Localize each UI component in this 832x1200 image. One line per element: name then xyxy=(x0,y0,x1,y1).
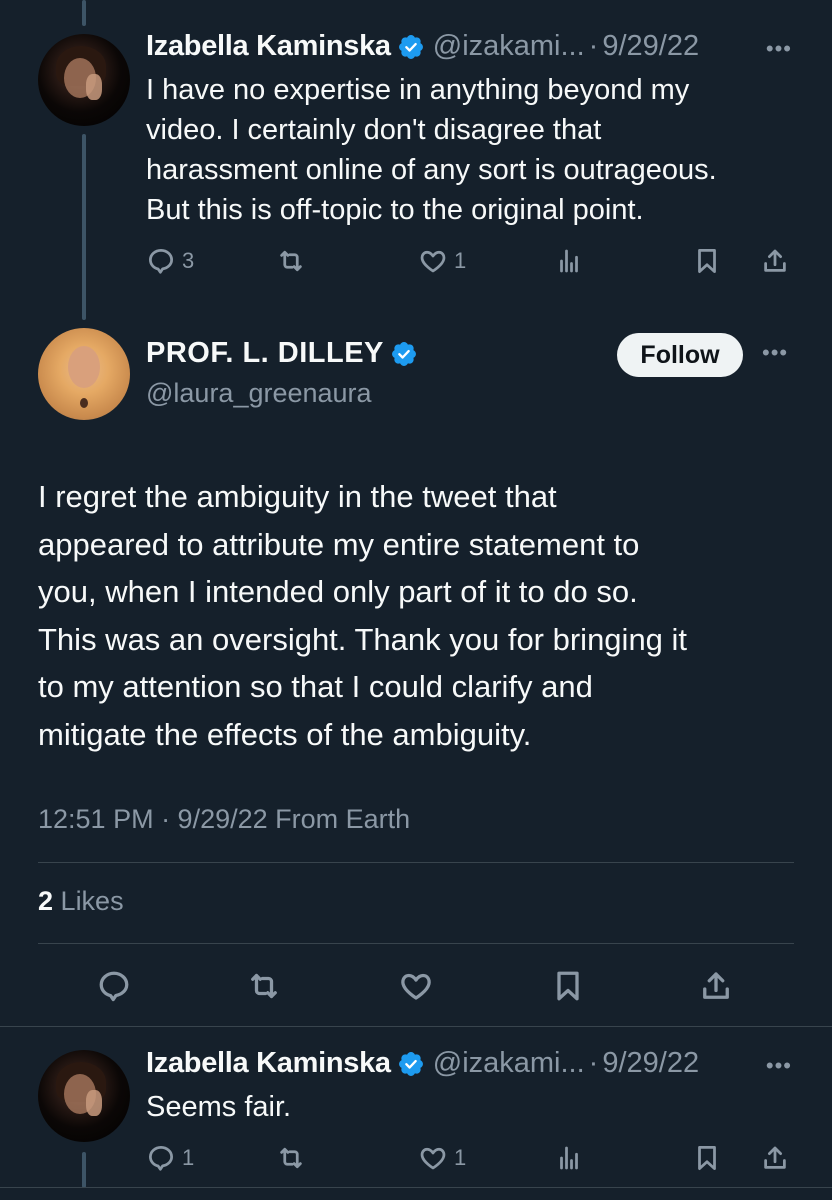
tweet-actions: 1 1 xyxy=(146,1143,796,1177)
main-tweet-actions xyxy=(38,968,794,1008)
like-button[interactable]: 1 xyxy=(418,246,466,276)
tweet-header: Izabella Kaminska @izakami... · 9/29/22 xyxy=(146,30,699,63)
reply-button[interactable] xyxy=(96,968,132,1004)
tweet-date[interactable]: 9/29/22 xyxy=(602,1047,699,1080)
likes-label: Likes xyxy=(60,886,124,916)
avatar-izabella-kaminska[interactable] xyxy=(38,1050,130,1142)
views-button[interactable] xyxy=(554,1143,584,1173)
avatar-prof-l-dilley[interactable] xyxy=(38,328,130,420)
like-count: 1 xyxy=(454,248,467,273)
share-icon xyxy=(764,249,786,272)
divider xyxy=(38,943,794,944)
heart-icon xyxy=(401,973,431,1000)
thread-line-reply2 xyxy=(82,1152,86,1188)
verified-badge-icon xyxy=(398,34,423,59)
tweet-date[interactable]: 9/29/22 xyxy=(602,30,699,63)
heart-icon xyxy=(420,250,446,273)
share-icon xyxy=(703,972,729,999)
follow-button[interactable]: Follow xyxy=(617,333,743,377)
verified-badge-icon xyxy=(398,1051,423,1076)
tweet-timestamp[interactable]: 12:51 PM · 9/29/22 From Earth xyxy=(38,804,410,835)
tweet-header: Izabella Kaminska @izakami... · 9/29/22 xyxy=(146,1047,699,1080)
author-handle[interactable]: @izakami... xyxy=(433,1047,585,1080)
avatar-izabella-kaminska[interactable] xyxy=(38,34,130,126)
section-divider xyxy=(0,1026,832,1027)
views-chart-icon xyxy=(560,249,578,273)
tweet-text: I have no expertise in anything beyond m… xyxy=(146,74,717,226)
reply-count: 3 xyxy=(182,248,195,273)
views-chart-icon xyxy=(560,1146,578,1170)
share-button[interactable] xyxy=(760,1143,790,1173)
tweet-text: I regret the ambiguity in the tweet that… xyxy=(38,479,688,752)
retweet-button[interactable] xyxy=(276,246,306,276)
bookmark-button[interactable] xyxy=(692,246,722,276)
divider xyxy=(38,862,794,863)
more-options-icon[interactable]: ••• xyxy=(762,340,788,366)
retweet-icon xyxy=(280,250,302,272)
share-icon xyxy=(764,1146,786,1169)
reply-icon xyxy=(99,971,129,1002)
author-name[interactable]: Izabella Kaminska xyxy=(146,1047,391,1080)
retweet-button[interactable] xyxy=(246,968,282,1004)
likes-summary[interactable]: 2 Likes xyxy=(38,886,124,917)
bookmark-icon xyxy=(557,971,579,1001)
like-button[interactable]: 1 xyxy=(418,1143,466,1173)
bookmark-icon xyxy=(698,249,716,273)
like-button[interactable] xyxy=(398,968,434,1004)
share-button[interactable] xyxy=(760,246,790,276)
reply-count: 1 xyxy=(182,1145,195,1170)
more-options-icon[interactable]: ••• xyxy=(766,36,792,62)
author-name[interactable]: PROF. L. DILLEY xyxy=(146,337,384,370)
bookmark-button[interactable] xyxy=(550,968,586,1004)
reply-icon xyxy=(149,249,173,274)
separator-dot: · xyxy=(588,30,599,62)
bookmark-button[interactable] xyxy=(692,1143,722,1173)
tweet-text: Seems fair. xyxy=(146,1091,292,1123)
heart-icon xyxy=(420,1147,446,1170)
retweet-icon xyxy=(251,973,277,999)
retweet-icon xyxy=(280,1147,302,1169)
thread-line-top xyxy=(82,0,86,26)
views-button[interactable] xyxy=(554,246,584,276)
thread-line-reply1 xyxy=(82,134,86,320)
more-options-icon[interactable]: ••• xyxy=(766,1053,792,1079)
bookmark-icon xyxy=(698,1146,716,1170)
author-handle[interactable]: @izakami... xyxy=(433,30,585,63)
tweet-actions: 3 1 xyxy=(146,246,796,280)
retweet-button[interactable] xyxy=(276,1143,306,1173)
reply-icon xyxy=(149,1146,173,1171)
reply-button[interactable]: 1 xyxy=(146,1143,194,1173)
share-button[interactable] xyxy=(698,968,734,1004)
reply-button[interactable]: 3 xyxy=(146,246,194,276)
author-handle[interactable]: @laura_greenaura xyxy=(146,378,372,409)
section-divider xyxy=(0,1187,832,1188)
like-count: 1 xyxy=(454,1145,467,1170)
verified-badge-icon xyxy=(391,341,416,366)
main-author-row: PROF. L. DILLEY xyxy=(146,337,426,370)
author-name[interactable]: Izabella Kaminska xyxy=(146,30,391,63)
separator-dot: · xyxy=(588,1047,599,1079)
likes-count: 2 xyxy=(38,886,54,916)
